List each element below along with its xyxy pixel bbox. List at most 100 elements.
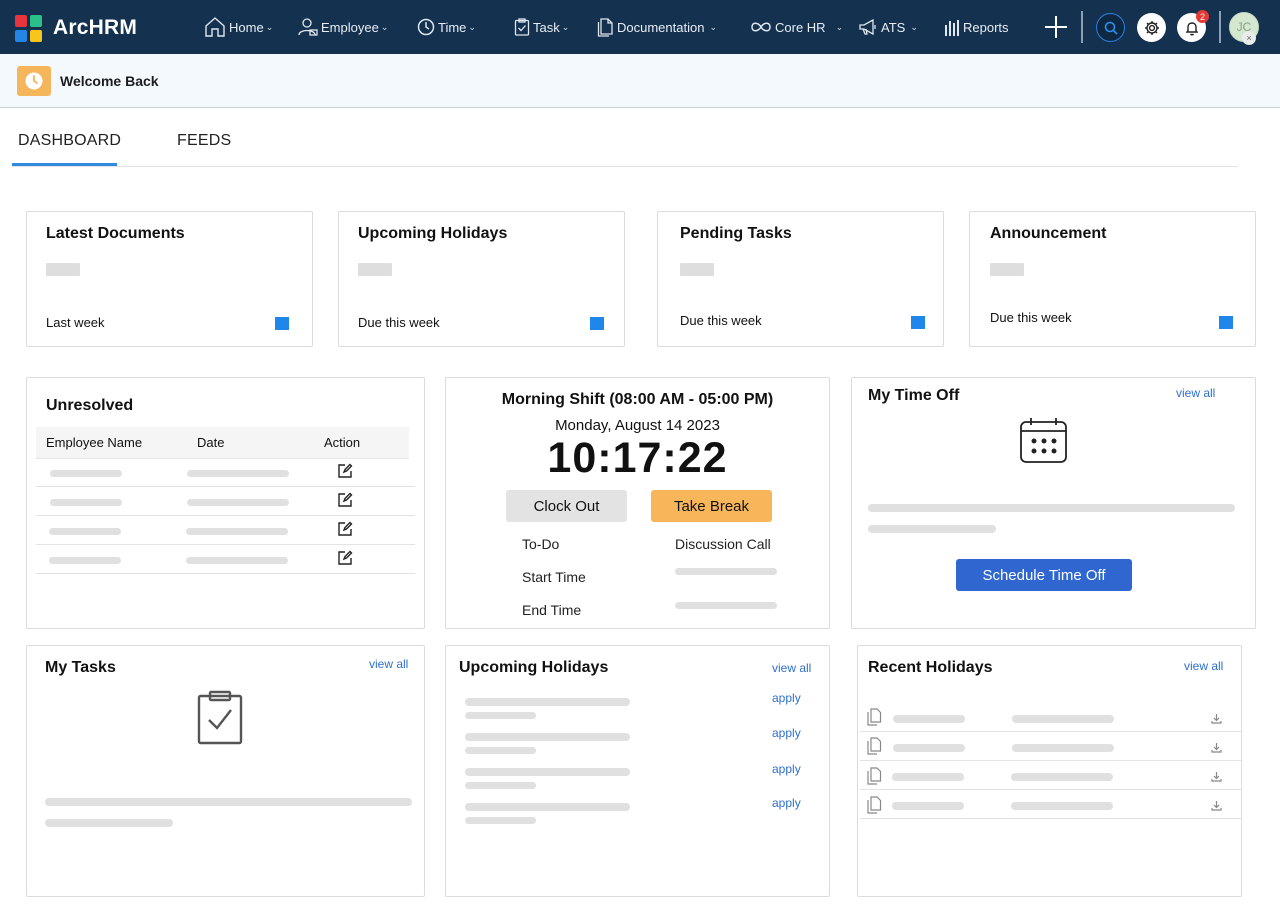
download-icon[interactable]: [1211, 771, 1222, 782]
tabs-divider: [12, 166, 1238, 167]
status-square-icon: [1219, 316, 1233, 329]
loading-placeholder: [868, 504, 1235, 512]
take-break-button[interactable]: Take Break: [651, 490, 772, 522]
loading-placeholder: [187, 470, 289, 477]
apply-link[interactable]: apply: [772, 691, 801, 705]
loading-placeholder: [465, 733, 630, 741]
megaphone-icon: [859, 18, 876, 36]
column-header-employee-name[interactable]: Employee Name: [46, 435, 142, 450]
loading-placeholder: [49, 528, 121, 535]
tab-dashboard[interactable]: DASHBOARD: [18, 132, 121, 150]
card-title: Upcoming Holidays: [358, 225, 508, 242]
download-icon[interactable]: [1211, 800, 1222, 811]
upcoming-holidays-card[interactable]: Upcoming Holidays Due this week: [338, 211, 625, 347]
plus-icon: [1045, 16, 1067, 38]
edit-icon[interactable]: [337, 492, 353, 508]
active-tab-indicator: [12, 163, 117, 166]
loading-placeholder: [465, 698, 630, 706]
nav-documentation[interactable]: Documentation ⌄: [597, 0, 717, 54]
search-button[interactable]: [1096, 13, 1125, 42]
card-subtitle: Due this week: [990, 310, 1072, 325]
apply-link[interactable]: apply: [772, 762, 801, 776]
latest-documents-card[interactable]: Latest Documents Last week: [26, 211, 313, 347]
loading-placeholder: [892, 773, 964, 781]
divider: [1081, 11, 1083, 43]
employee-icon: [298, 18, 318, 36]
settings-button[interactable]: [1137, 13, 1166, 42]
unresolved-table-header: Employee Name Date Action: [36, 427, 409, 459]
nav-core-hr[interactable]: Core HR ⌄: [750, 0, 843, 54]
avatar-status-icon: ×: [1242, 31, 1256, 45]
my-tasks-title: My Tasks: [45, 659, 116, 676]
nav-ats[interactable]: ATS ⌄: [858, 0, 918, 54]
schedule-time-off-button[interactable]: Schedule Time Off: [956, 559, 1132, 591]
pending-tasks-card[interactable]: Pending Tasks Due this week: [657, 211, 944, 347]
nav-time[interactable]: Time ⌄: [417, 0, 476, 54]
nav-documentation-label: Documentation: [617, 19, 705, 35]
document-icon: [867, 708, 882, 726]
loading-placeholder: [358, 263, 392, 276]
chevron-down-icon: ⌄: [468, 21, 476, 32]
download-icon[interactable]: [1211, 742, 1222, 753]
chevron-down-icon: ⌄: [835, 21, 844, 32]
search-icon: [1104, 21, 1118, 35]
my-tasks-view-all-link[interactable]: view all: [369, 657, 408, 671]
upcoming-holidays-view-all-link[interactable]: view all: [772, 661, 811, 675]
app-logo-icon[interactable]: [15, 15, 42, 42]
apply-link[interactable]: apply: [772, 726, 801, 740]
nav-reports-label: Reports: [963, 19, 1009, 35]
recent-holidays-title: Recent Holidays: [868, 659, 993, 676]
my-tasks-card: [26, 645, 425, 897]
app-brand-name[interactable]: ArcHRM: [53, 16, 137, 40]
loading-placeholder: [45, 819, 173, 827]
nav-reports[interactable]: Reports: [944, 0, 1009, 54]
nav-home[interactable]: Home ⌄: [204, 0, 273, 54]
row-divider: [36, 544, 415, 545]
chevron-down-icon: ⌄: [380, 21, 389, 32]
clock-icon: [17, 66, 51, 96]
row-divider: [860, 789, 1242, 790]
document-icon: [597, 17, 613, 37]
loading-placeholder: [45, 798, 412, 806]
chevron-down-icon: ⌄: [910, 21, 918, 32]
todo-label: To-Do: [522, 536, 560, 552]
divider: [1219, 11, 1221, 43]
loading-placeholder: [50, 470, 122, 477]
edit-icon[interactable]: [337, 521, 353, 537]
loading-placeholder: [675, 602, 777, 609]
apply-link[interactable]: apply: [772, 796, 801, 810]
nav-task-label: Task: [533, 19, 560, 35]
loading-placeholder: [187, 499, 289, 506]
nav-employee[interactable]: Employee ⌄: [298, 0, 388, 54]
download-icon[interactable]: [1211, 713, 1222, 724]
clock-out-button[interactable]: Clock Out: [506, 490, 627, 522]
infinity-icon: [751, 22, 771, 32]
loading-placeholder: [990, 263, 1024, 276]
edit-icon[interactable]: [337, 550, 353, 566]
nav-time-label: Time: [438, 19, 467, 35]
nav-employee-label: Employee: [321, 19, 379, 35]
unresolved-title: Unresolved: [46, 397, 134, 414]
loading-placeholder: [893, 715, 965, 723]
shift-clock-card: [445, 377, 830, 629]
add-new-button[interactable]: [1044, 15, 1068, 39]
chevron-down-icon: ⌄: [265, 21, 274, 32]
column-header-date[interactable]: Date: [197, 435, 224, 450]
tab-feeds[interactable]: FEEDS: [177, 132, 231, 150]
announcement-card[interactable]: Announcement Due this week: [969, 211, 1256, 347]
card-subtitle: Due this week: [358, 315, 440, 330]
row-divider: [36, 573, 415, 574]
welcome-banner: Welcome Back: [0, 54, 1280, 108]
nav-task[interactable]: Task ⌄: [514, 0, 569, 54]
start-time-label: Start Time: [522, 569, 586, 585]
time-off-view-all-link[interactable]: view all: [1176, 386, 1215, 400]
gear-icon: [1144, 20, 1159, 35]
loading-placeholder: [1011, 773, 1113, 781]
loading-placeholder: [893, 744, 965, 752]
document-icon: [867, 796, 882, 814]
loading-placeholder: [186, 528, 288, 535]
row-divider: [860, 731, 1242, 732]
edit-icon[interactable]: [337, 463, 353, 479]
recent-holidays-view-all-link[interactable]: view all: [1184, 659, 1223, 673]
todo-value: Discussion Call: [675, 536, 771, 552]
